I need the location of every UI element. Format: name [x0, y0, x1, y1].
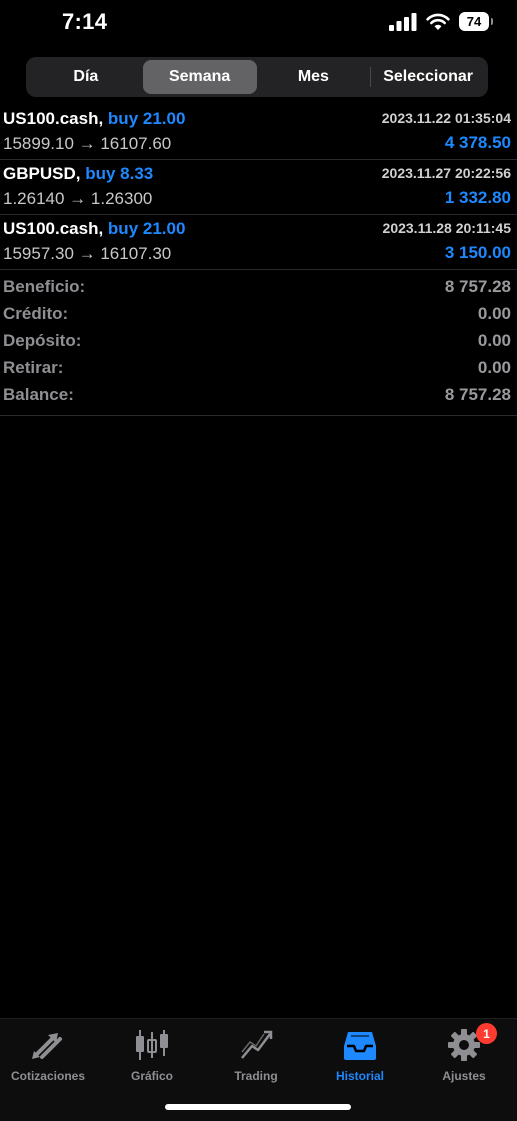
deal-symbol: GBPUSD,	[3, 164, 81, 183]
notification-badge: 1	[476, 1023, 497, 1044]
deal-profit: 1 332.80	[444, 188, 511, 207]
tab-trading[interactable]: Trading	[204, 1027, 308, 1083]
deal-row[interactable]: US100.cash, buy 21.00 2023.11.28 20:11:4…	[0, 215, 517, 270]
wifi-icon	[426, 13, 450, 30]
home-indicator	[165, 1104, 351, 1110]
summary-value: 0.00	[477, 358, 511, 377]
summary-label: Crédito:	[3, 304, 69, 323]
summary-label: Beneficio:	[3, 277, 86, 296]
trading-line-chart-icon	[241, 1030, 273, 1059]
deal-symbol-line: US100.cash, buy 21.00	[3, 219, 185, 239]
deal-symbol: US100.cash,	[3, 219, 104, 238]
status-time: 7:14	[62, 9, 108, 34]
summary-label: Depósito:	[3, 331, 82, 350]
deals-list: US100.cash, buy 21.00 2023.11.22 01:35:0…	[0, 105, 517, 270]
summary-row-beneficio: Beneficio: 8 757.28	[0, 274, 517, 301]
tab-grafico[interactable]: Gráfico	[100, 1027, 204, 1083]
tab-historial[interactable]: Historial	[308, 1027, 412, 1083]
period-segmented-control: Día Semana Mes Seleccionar	[26, 57, 488, 97]
status-bar: 7:14 74	[0, 0, 517, 50]
deal-action: buy 21.00	[107, 219, 186, 238]
deal-time: 2023.11.22 01:35:04	[381, 110, 511, 126]
summary-row-retirar: Retirar: 0.00	[0, 355, 517, 382]
tab-label: Cotizaciones	[10, 1069, 85, 1083]
tab-label: Historial	[335, 1069, 384, 1083]
deal-symbol: US100.cash,	[3, 109, 104, 128]
status-icons: 74	[389, 12, 493, 31]
tab-cotizaciones[interactable]: Cotizaciones	[0, 1027, 100, 1083]
tab-label: Gráfico	[130, 1069, 173, 1083]
tab-dia[interactable]: Día	[29, 60, 143, 94]
summary-value: 0.00	[477, 331, 511, 350]
cellular-signal-icon	[389, 12, 417, 31]
deal-action: buy 8.33	[85, 164, 154, 183]
deal-prices: 1.26140 → 1.26300	[3, 189, 153, 208]
battery-indicator: 74	[459, 12, 493, 31]
tab-semana[interactable]: Semana	[142, 60, 257, 94]
summary-row-deposito: Depósito: 0.00	[0, 328, 517, 355]
tab-seleccionar[interactable]: Seleccionar	[371, 60, 485, 94]
summary-row-balance: Balance: 8 757.28	[0, 382, 517, 409]
deal-action: buy 21.00	[107, 109, 186, 128]
summary-value: 8 757.28	[444, 277, 511, 296]
deal-time: 2023.11.28 20:11:45	[382, 220, 511, 236]
deal-symbol-line: US100.cash, buy 21.00	[3, 109, 185, 129]
deal-profit: 3 150.00	[444, 243, 511, 262]
summary-row-credito: Crédito: 0.00	[0, 301, 517, 328]
tab-label: Ajustes	[442, 1069, 486, 1083]
tab-ajustes[interactable]: 1 Ajustes	[412, 1023, 516, 1083]
summary-label: Balance:	[3, 385, 74, 404]
deal-profit: 4 378.50	[444, 133, 511, 152]
tab-label: Trading	[234, 1069, 278, 1083]
summary-value: 0.00	[477, 304, 511, 323]
deal-symbol-line: GBPUSD, buy 8.33	[3, 164, 153, 184]
history-inbox-icon	[344, 1032, 376, 1060]
account-summary: Beneficio: 8 757.28 Crédito: 0.00 Depósi…	[0, 274, 517, 416]
deal-row[interactable]: US100.cash, buy 21.00 2023.11.22 01:35:0…	[0, 105, 517, 160]
quotes-arrows-icon	[32, 1033, 62, 1059]
deal-time: 2023.11.27 20:22:56	[381, 165, 511, 181]
deal-row[interactable]: GBPUSD, buy 8.33 2023.11.27 20:22:56 1.2…	[0, 160, 517, 215]
deal-prices: 15957.30 → 16107.30	[3, 244, 172, 263]
candlestick-chart-icon	[136, 1030, 168, 1060]
deal-prices: 15899.10 → 16107.60	[3, 134, 172, 153]
summary-value: 8 757.28	[444, 385, 511, 404]
tab-mes[interactable]: Mes	[257, 60, 371, 94]
summary-label: Retirar:	[3, 358, 64, 377]
